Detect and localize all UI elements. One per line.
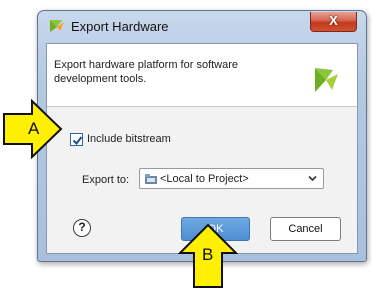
dialog-header: Export hardware platform for software de… bbox=[47, 44, 357, 107]
callout-b-label: B bbox=[202, 245, 214, 264]
checkmark-icon bbox=[72, 136, 83, 146]
export-to-value: <Local to Project> bbox=[160, 173, 249, 185]
title-bar[interactable]: Export Hardware X bbox=[38, 11, 366, 41]
include-bitstream-label: Include bitstream bbox=[87, 133, 171, 145]
help-button[interactable]: ? bbox=[73, 219, 91, 237]
callout-a-label: A bbox=[28, 119, 40, 138]
callout-b: B bbox=[177, 223, 239, 291]
include-bitstream-checkbox[interactable] bbox=[70, 133, 83, 146]
cancel-button[interactable]: Cancel bbox=[270, 217, 341, 241]
callout-a: A bbox=[2, 98, 64, 164]
vivado-app-icon bbox=[50, 20, 64, 32]
local-folder-icon bbox=[145, 174, 157, 184]
dialog-title: Export Hardware bbox=[71, 19, 169, 34]
screenshot-canvas: Export Hardware X Export hardware platfo… bbox=[0, 0, 372, 291]
export-to-select[interactable]: <Local to Project> bbox=[139, 168, 324, 189]
vivado-logo-icon bbox=[315, 68, 338, 92]
export-to-label: Export to: bbox=[82, 174, 130, 186]
chevron-down-icon bbox=[308, 175, 317, 182]
dialog-description: Export hardware platform for software de… bbox=[54, 59, 239, 85]
close-button[interactable]: X bbox=[310, 12, 357, 32]
